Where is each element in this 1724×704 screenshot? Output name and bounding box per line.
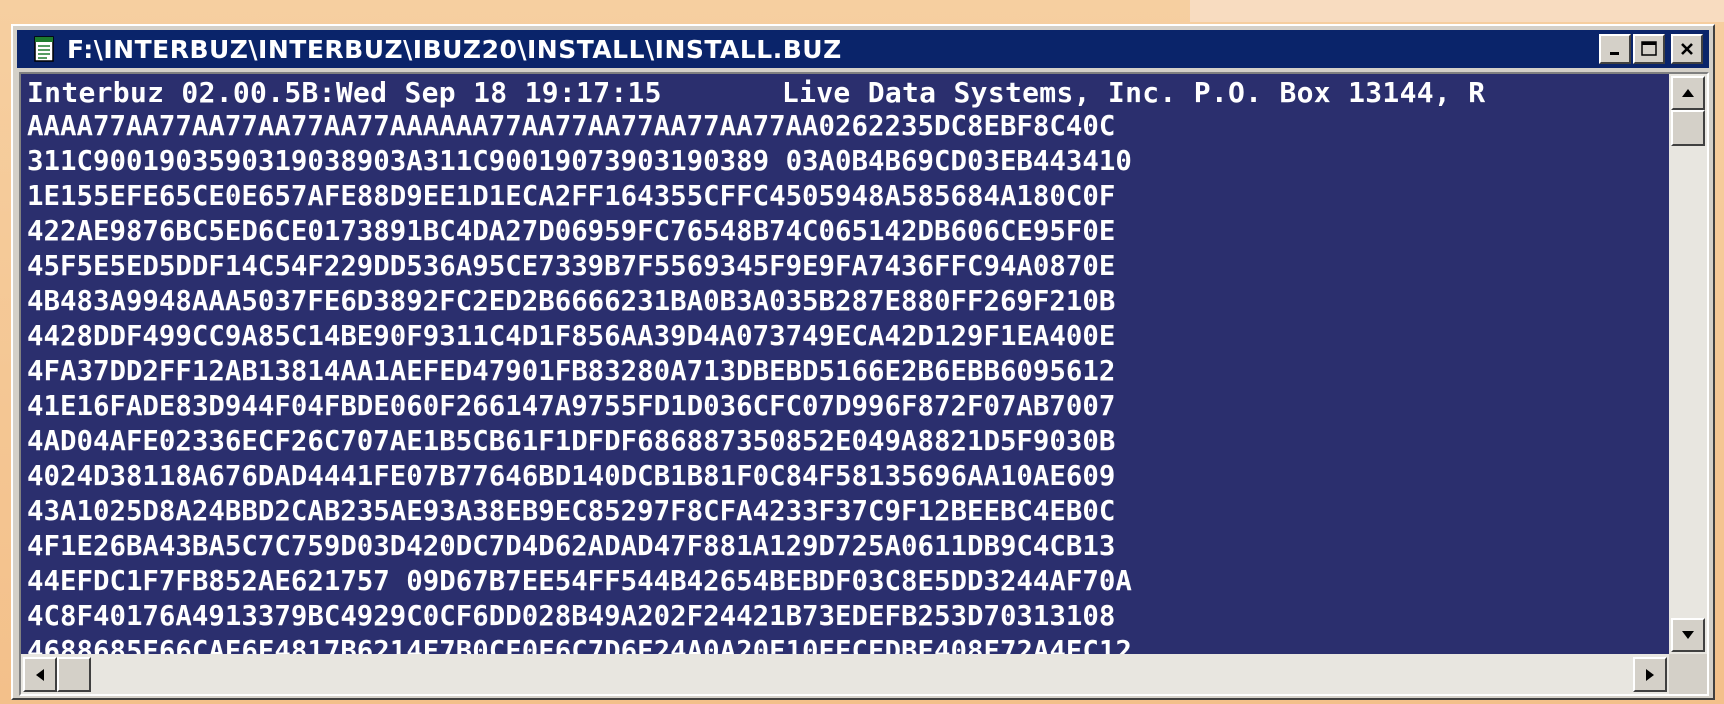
minimize-button[interactable] <box>1599 34 1631 64</box>
text-line: 311C9001903590319038903A311C900190739031… <box>27 146 1132 177</box>
arrow-up-icon <box>1682 89 1694 97</box>
text-line: 4428DDF499CC9A85C14BE90F9311C4D1F856AA39… <box>27 321 1116 352</box>
text-line: 4AD04AFE02336ECF26C707AE1B5CB61F1DFDF686… <box>27 426 1116 457</box>
title-bar[interactable]: F:\INTERBUZ\INTERBUZ\IBUZ20\INSTALL\INST… <box>17 30 1709 68</box>
text-line: 4B483A9948AAA5037FE6D3892FC2ED2B6666231B… <box>27 286 1116 317</box>
close-icon <box>1681 43 1693 55</box>
text-line: 43A1025D8A24BBD2CAB235AE93A38EB9EC85297F… <box>27 496 1116 527</box>
close-button[interactable] <box>1671 34 1703 64</box>
window-title: F:\INTERBUZ\INTERBUZ\IBUZ20\INSTALL\INST… <box>67 34 842 64</box>
scroll-down-button[interactable] <box>1671 618 1705 652</box>
header-line: Interbuz 02.00.5B:Wed Sep 18 19:17:15 Li… <box>27 76 1486 109</box>
text-line: 4024D38118A676DAD4441FE07B77646BD140DCB1… <box>27 461 1116 492</box>
backdrop-highlight <box>1190 0 1724 22</box>
text-line: 4FA37DD2FF12AB13814AA1AEFED47901FB83280A… <box>27 356 1116 387</box>
arrow-left-icon <box>36 668 44 681</box>
scroll-up-button[interactable] <box>1671 76 1705 110</box>
text-line: AAAA77AA77AA77AA77AA77AAAAAA77AA77AA77AA… <box>27 111 1116 142</box>
text-line: 4C8F40176A4913379BC4929C0CF6DD028B49A202… <box>27 601 1116 632</box>
backdrop: F:\INTERBUZ\INTERBUZ\IBUZ20\INSTALL\INST… <box>0 0 1724 704</box>
arrow-down-icon <box>1682 631 1694 639</box>
arrow-right-icon <box>1646 668 1654 681</box>
scroll-left-button[interactable] <box>23 657 57 692</box>
caption-buttons <box>1597 34 1703 64</box>
scroll-right-button[interactable] <box>1633 657 1667 692</box>
text-line: 1E155EFE65CE0E657AFE88D9EE1D1ECA2FF16435… <box>27 181 1116 212</box>
maximize-button[interactable] <box>1633 34 1665 64</box>
minimize-icon <box>1610 52 1619 55</box>
notepad-document-icon[interactable] <box>33 35 55 63</box>
scrollbar-corner <box>1669 654 1707 694</box>
horizontal-scroll-thumb[interactable] <box>57 657 91 692</box>
vertical-scroll-thumb[interactable] <box>1671 110 1705 146</box>
maximize-icon <box>1641 41 1657 56</box>
text-line: 45F5E5ED5DDF14C54F229DD536A95CE7339B7F55… <box>27 251 1116 282</box>
editor-client-area: Interbuz 02.00.5B:Wed Sep 18 19:17:15 Li… <box>19 72 1709 696</box>
text-area[interactable]: Interbuz 02.00.5B:Wed Sep 18 19:17:15 Li… <box>21 74 1669 654</box>
text-line: 41E16FADE83D944F04FBDE060F266147A9755FD1… <box>27 391 1116 422</box>
text-line: 44EFDC1F7FB852AE621757 09D67B7EE54FF544B… <box>27 566 1132 597</box>
text-line: 422AE9876BC5ED6CE0173891BC4DA27D06959FC7… <box>27 216 1116 247</box>
text-line: 4688685E66CAE6E4817B6214E7B0CE0E6C7D6E24… <box>27 636 1132 654</box>
notepad-window: F:\INTERBUZ\INTERBUZ\IBUZ20\INSTALL\INST… <box>11 24 1715 700</box>
horizontal-scrollbar[interactable] <box>21 654 1669 694</box>
text-line: 4F1E26BA43BA5C7C759D03D420DC7D4D62ADAD47… <box>27 531 1116 562</box>
vertical-scrollbar[interactable] <box>1669 74 1707 654</box>
